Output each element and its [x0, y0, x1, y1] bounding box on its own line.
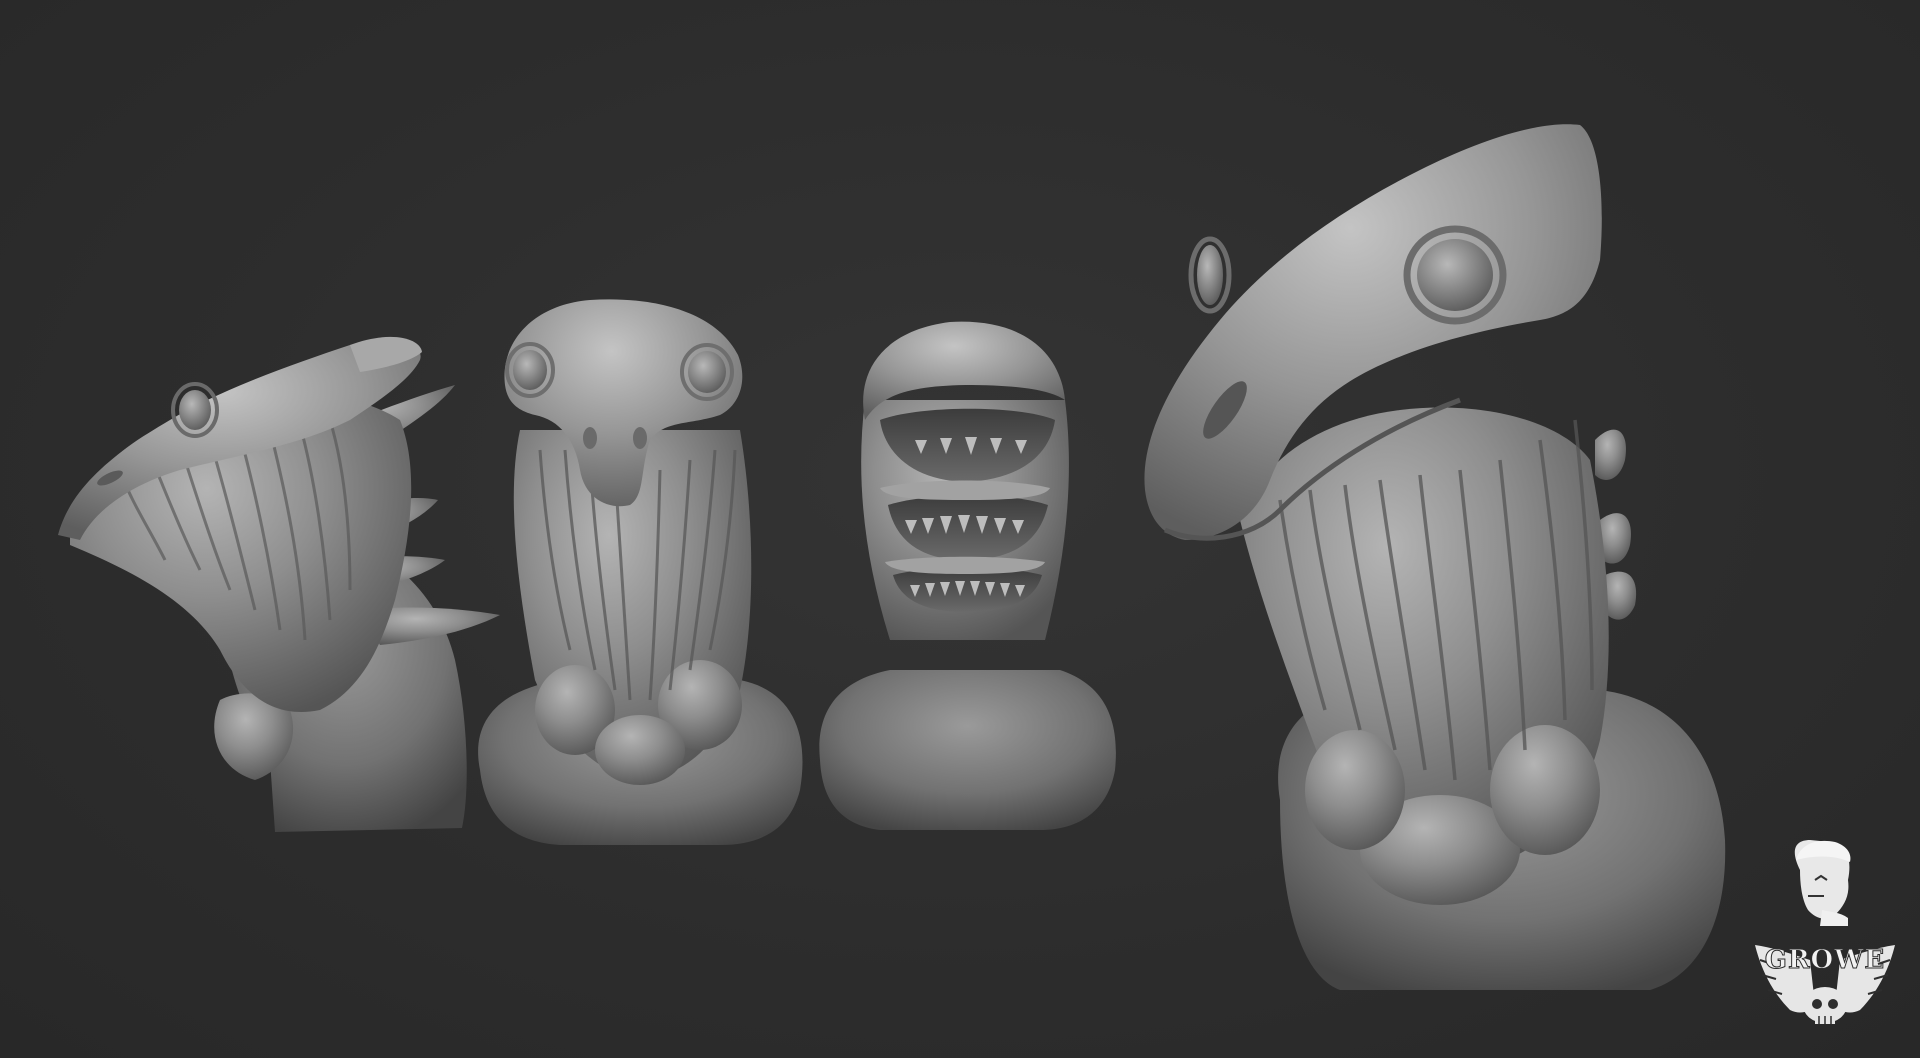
front-view-nostril-left: [583, 427, 597, 449]
closeup-eye-right: [1417, 239, 1493, 311]
front-view: [478, 299, 803, 845]
back-view: [819, 321, 1116, 830]
sculpt-renders: GROWE: [58, 124, 1895, 1024]
logo-text: GROWE: [1765, 945, 1885, 975]
logo-portrait-icon: [1794, 840, 1851, 926]
front-view-throat-sac-center: [595, 715, 685, 785]
three-quarter-closeup-view: [1144, 124, 1726, 990]
front-view-eye-left: [513, 350, 547, 390]
front-view-nostril-right: [633, 427, 647, 449]
back-view-base: [819, 670, 1116, 830]
side-profile-view: [58, 336, 500, 832]
closeup-throat-sac-left: [1305, 730, 1405, 850]
closeup-back-spine-2: [1600, 513, 1631, 564]
render-canvas: GROWE: [0, 0, 1920, 1058]
logo: GROWE: [1755, 840, 1895, 1024]
closeup-back-spine-1: [1595, 429, 1626, 480]
closeup-back-spine-3: [1605, 571, 1637, 620]
side-profile-eye: [179, 390, 211, 430]
closeup-eye-left: [1197, 245, 1223, 305]
front-view-eye-right: [688, 351, 726, 393]
closeup-throat-sac-right: [1490, 725, 1600, 855]
